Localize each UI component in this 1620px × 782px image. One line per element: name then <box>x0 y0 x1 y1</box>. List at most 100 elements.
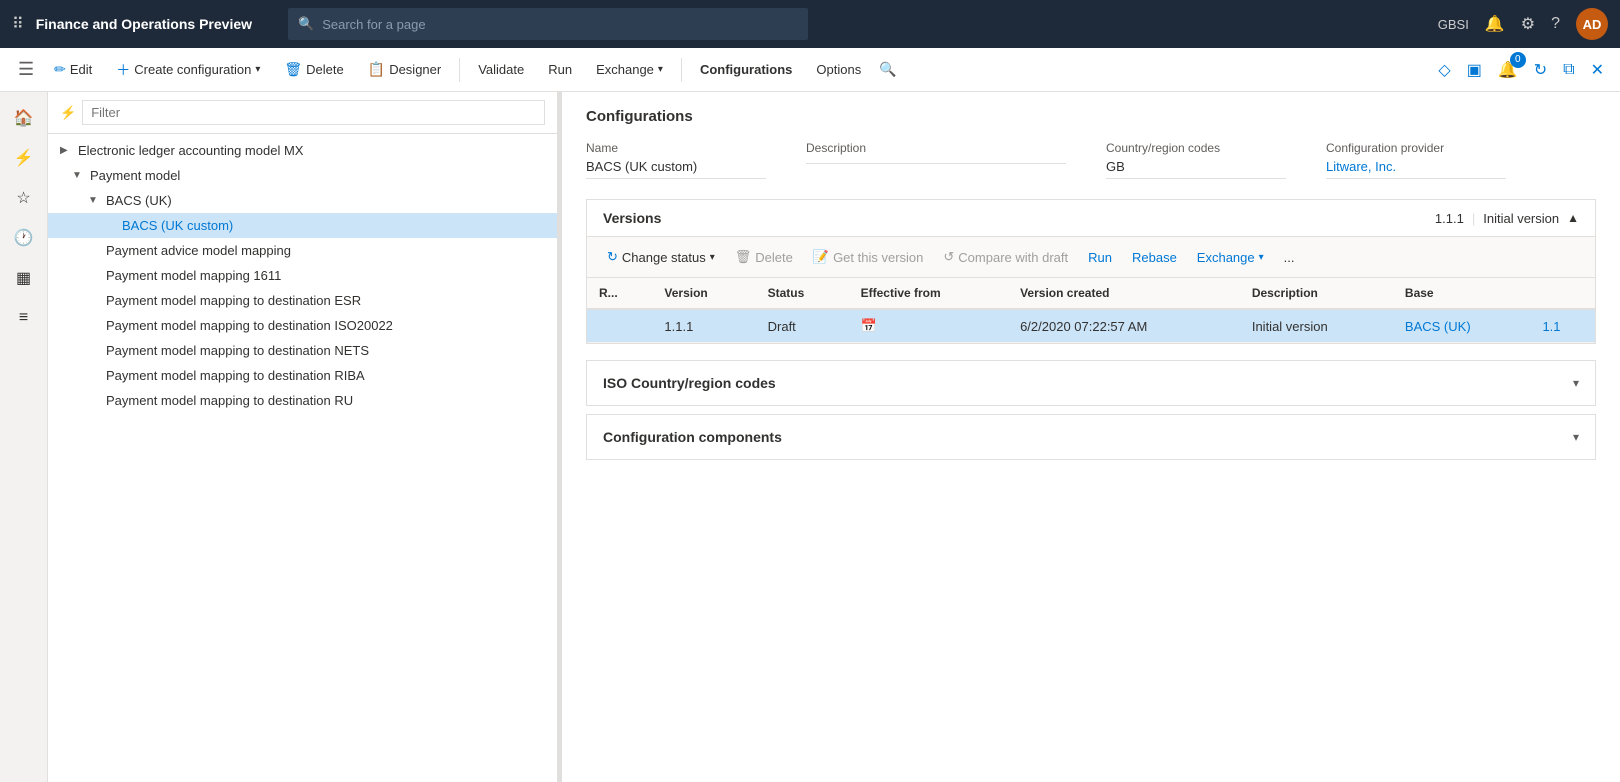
grid-icon[interactable]: ⠿ <box>12 14 24 34</box>
change-status-button[interactable]: ↻ Change status ▾ <box>599 245 723 269</box>
edit-button[interactable]: ✏ Edit <box>44 55 102 84</box>
compare-button[interactable]: ↺ Compare with draft <box>935 245 1076 269</box>
panel-icon[interactable]: ▣ <box>1463 56 1486 84</box>
col-base[interactable]: Base <box>1393 278 1531 309</box>
col-effective-from[interactable]: Effective from <box>849 278 1008 309</box>
plus-icon: ＋ <box>116 60 130 80</box>
list-icon[interactable]: ≡ <box>6 300 42 336</box>
top-nav: ⠿ Finance and Operations Preview 🔍 GBSI … <box>0 0 1620 48</box>
settings-icon[interactable]: ⚙ <box>1521 14 1535 34</box>
designer-icon: 📋 <box>368 61 385 78</box>
cell-r <box>587 309 652 343</box>
config-components-section: Configuration components ▾ <box>586 414 1596 460</box>
main-layout: 🏠 ⚡ ☆ 🕐 ▦ ≡ ⚡ ▶ Electronic ledger accoun… <box>0 92 1620 782</box>
filter-icon[interactable]: ⚡ <box>6 140 42 176</box>
iso-section: ISO Country/region codes ▾ <box>586 360 1596 406</box>
more-options-button[interactable]: ... <box>1276 246 1303 269</box>
chevron-up-icon[interactable]: ▲ <box>1567 211 1579 225</box>
chevron-down-icon: ▾ <box>658 64 663 75</box>
search-input[interactable] <box>322 17 798 32</box>
run-button[interactable]: Run <box>538 56 582 83</box>
versions-header-right: 1.1.1 | Initial version ▲ <box>1435 211 1579 226</box>
diamond-icon[interactable]: ◇ <box>1434 56 1454 84</box>
designer-button[interactable]: 📋 Designer <box>358 55 451 84</box>
clock-icon[interactable]: 🕐 <box>6 220 42 256</box>
close-icon[interactable]: ✕ <box>1587 56 1608 84</box>
versions-header: Versions 1.1.1 | Initial version ▲ <box>587 200 1595 237</box>
cell-version-created: 6/2/2020 07:22:57 AM <box>1008 309 1240 343</box>
tree-item-bacs-uk-custom[interactable]: BACS (UK custom) <box>48 213 557 238</box>
user-label: GBSI <box>1438 17 1469 32</box>
filter-input[interactable] <box>82 100 545 125</box>
calendar-icon[interactable]: 📅 <box>861 318 877 333</box>
versions-section: Versions 1.1.1 | Initial version ▲ ↻ Cha… <box>586 199 1596 344</box>
versions-table: R... Version Status Effective from Versi… <box>587 278 1595 343</box>
col-version[interactable]: Version <box>652 278 755 309</box>
divider-icon: | <box>1472 211 1475 226</box>
edit-icon: ✏ <box>54 61 66 78</box>
tree-item-payment-model[interactable]: ▼ Payment model <box>48 163 557 188</box>
col-version-created[interactable]: Version created <box>1008 278 1240 309</box>
trash-icon: 🗑 <box>284 61 302 78</box>
chevron-down-icon: ▾ <box>1573 430 1579 444</box>
validate-button[interactable]: Validate <box>468 56 534 83</box>
chevron-down-icon: ▼ <box>72 170 86 181</box>
trash-icon: 🗑 <box>735 249 752 265</box>
get-this-version-button[interactable]: 📝 Get this version <box>805 245 932 269</box>
table-row[interactable]: 1.1.1 Draft 📅 6/2/2020 07:22:57 AM Initi… <box>587 309 1595 343</box>
tree-item-payment-1611[interactable]: Payment model mapping 1611 <box>48 263 557 288</box>
tree-filter-bar: ⚡ <box>48 92 557 134</box>
user-avatar[interactable]: AD <box>1576 8 1608 40</box>
search-bar: 🔍 <box>288 8 808 40</box>
iso-section-header[interactable]: ISO Country/region codes ▾ <box>587 361 1595 405</box>
notification-count-icon[interactable]: 🔔 0 <box>1494 56 1522 84</box>
cell-base[interactable]: BACS (UK) <box>1393 309 1531 343</box>
initial-version-label: Initial version <box>1483 211 1559 226</box>
maximize-icon[interactable]: ⧉ <box>1559 57 1578 83</box>
search-icon: 🔍 <box>298 16 314 32</box>
run-version-button[interactable]: Run <box>1080 246 1120 269</box>
search-icon-action[interactable]: 🔍 <box>879 61 896 78</box>
table-icon[interactable]: ▦ <box>6 260 42 296</box>
action-bar-right: ◇ ▣ 🔔 0 ↻ ⧉ ✕ <box>1434 56 1608 84</box>
cell-effective-from: 📅 <box>849 309 1008 343</box>
tree-item-payment-advice[interactable]: Payment advice model mapping <box>48 238 557 263</box>
tree-item-payment-ru[interactable]: Payment model mapping to destination RU <box>48 388 557 413</box>
cell-base-version[interactable]: 1.1 <box>1530 309 1595 343</box>
delete-button[interactable]: 🗑 Delete <box>274 55 353 84</box>
star-icon[interactable]: ☆ <box>6 180 42 216</box>
exchange-button[interactable]: Exchange ▾ <box>586 56 673 83</box>
tree-item-elma[interactable]: ▶ Electronic ledger accounting model MX <box>48 138 557 163</box>
hamburger-icon[interactable]: ☰ <box>12 55 40 84</box>
configurations-button[interactable]: Configurations <box>690 56 802 83</box>
help-icon[interactable]: ? <box>1551 15 1560 33</box>
edit-icon: 📝 <box>813 249 829 265</box>
rebase-button[interactable]: Rebase <box>1124 246 1185 269</box>
create-config-button[interactable]: ＋ Create configuration ▾ <box>106 54 270 86</box>
tree-item-payment-nets[interactable]: Payment model mapping to destination NET… <box>48 338 557 363</box>
options-button[interactable]: Options <box>806 56 871 83</box>
home-icon[interactable]: 🏠 <box>6 100 42 136</box>
chevron-down-icon: ▾ <box>1573 376 1579 390</box>
filter-icon: ⚡ <box>60 105 76 121</box>
config-components-header[interactable]: Configuration components ▾ <box>587 415 1595 459</box>
content-panel: Configurations Name BACS (UK custom) Des… <box>562 92 1620 782</box>
refresh-icon[interactable]: ↻ <box>1530 56 1551 84</box>
app-title: Finance and Operations Preview <box>36 16 252 32</box>
refresh-icon: ↻ <box>607 249 618 265</box>
tree-panel: ⚡ ▶ Electronic ledger accounting model M… <box>48 92 558 782</box>
fields-row: Name BACS (UK custom) Description Countr… <box>586 141 1596 179</box>
col-description[interactable]: Description <box>1240 278 1393 309</box>
tree-item-payment-riba[interactable]: Payment model mapping to destination RIB… <box>48 363 557 388</box>
chevron-right-icon: ▶ <box>60 145 74 156</box>
top-nav-right: GBSI 🔔 ⚙ ? AD <box>1438 8 1608 40</box>
col-status[interactable]: Status <box>756 278 849 309</box>
delete-version-button[interactable]: 🗑 Delete <box>727 245 801 269</box>
notification-icon[interactable]: 🔔 <box>1485 14 1505 34</box>
col-r: R... <box>587 278 652 309</box>
tree-item-bacs-uk[interactable]: ▼ BACS (UK) <box>48 188 557 213</box>
version-badge: 1.1.1 <box>1435 211 1464 226</box>
tree-item-payment-iso20022[interactable]: Payment model mapping to destination ISO… <box>48 313 557 338</box>
tree-item-payment-esr[interactable]: Payment model mapping to destination ESR <box>48 288 557 313</box>
exchange-version-button[interactable]: Exchange ▾ <box>1189 246 1272 269</box>
